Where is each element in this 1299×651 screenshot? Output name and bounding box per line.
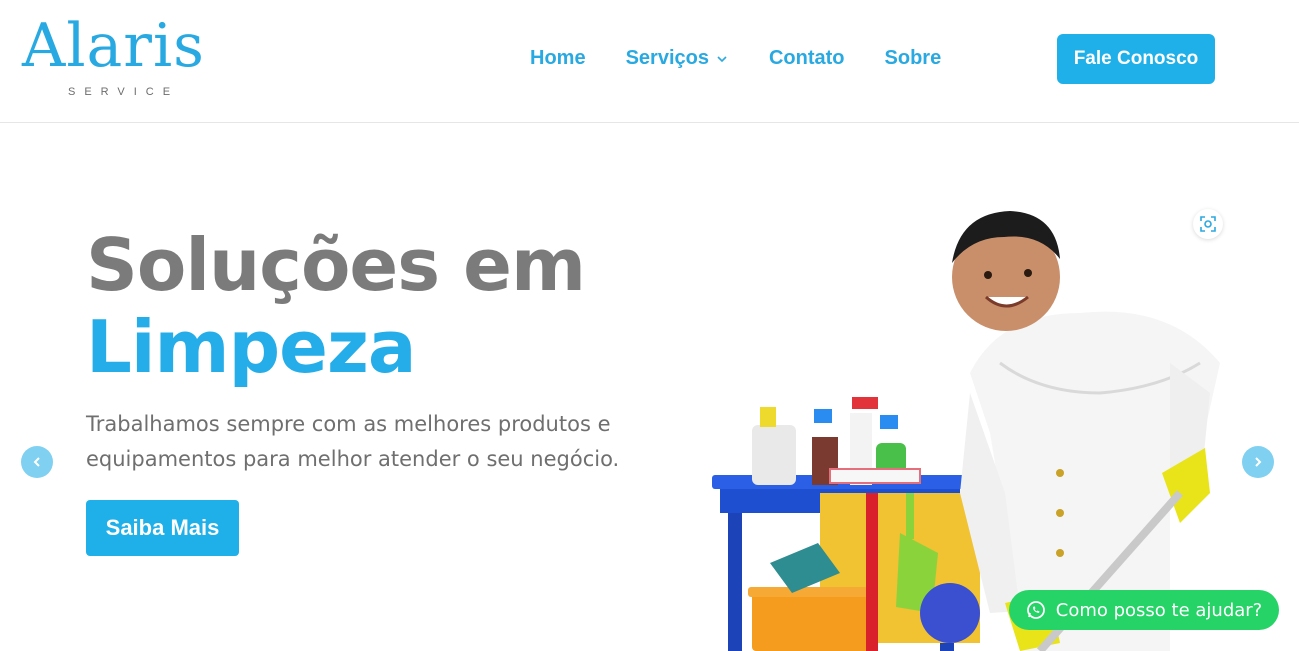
hero-description: Trabalhamos sempre com as melhores produ…	[86, 412, 620, 471]
brand-logo[interactable]: Alaris SERVICE	[22, 14, 252, 104]
whatsapp-chat-button[interactable]: Como posso te ajudar?	[1009, 590, 1279, 630]
nav-servicos-label: Serviços	[625, 47, 709, 69]
whatsapp-icon	[1026, 601, 1045, 619]
hero-title-line1: Soluções em	[86, 223, 586, 307]
hero-title-line2: Limpeza	[86, 305, 416, 389]
nav-servicos[interactable]: Serviços	[626, 47, 729, 70]
zoom-icon-button[interactable]	[1193, 209, 1223, 239]
hero-slider: Soluções em Limpeza Trabalhamos sempre c…	[0, 123, 1299, 651]
nav-contato[interactable]: Contato	[769, 47, 845, 70]
hero-cleaning-worker-image	[712, 211, 1220, 651]
site-header: Alaris SERVICE Home Serviços Contato Sob…	[0, 0, 1299, 123]
brand-name: Alaris	[22, 11, 205, 81]
nav-sobre[interactable]: Sobre	[885, 47, 942, 70]
focus-icon	[1200, 216, 1216, 232]
chevron-left-icon	[33, 457, 40, 467]
whatsapp-chat-label: Como posso te ajudar?	[1055, 599, 1263, 621]
fale-conosco-button[interactable]: Fale Conosco	[1057, 34, 1215, 84]
nav-home[interactable]: Home	[530, 47, 586, 70]
brand-tagline: SERVICE	[68, 86, 180, 98]
saiba-mais-button[interactable]: Saiba Mais	[86, 500, 239, 556]
main-nav: Home Serviços Contato Sobre	[530, 47, 941, 70]
slider-prev-button[interactable]	[21, 446, 53, 478]
chevron-down-icon	[717, 55, 727, 62]
